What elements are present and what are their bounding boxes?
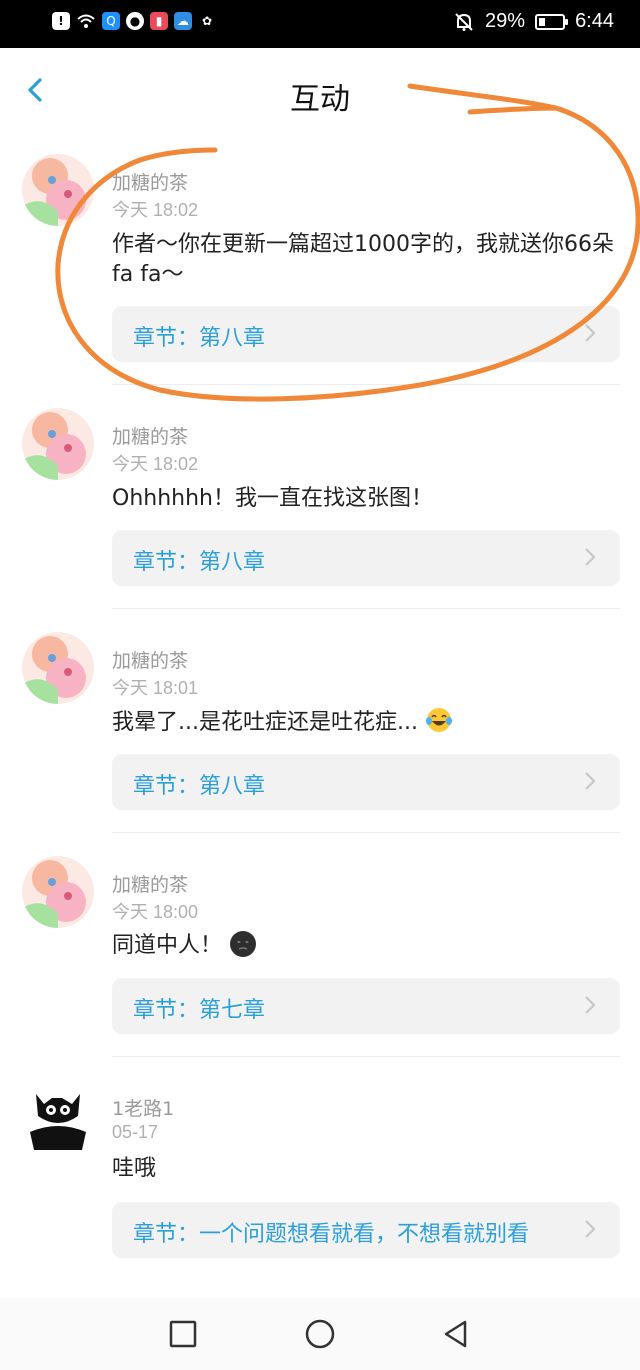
timestamp: 今天 18:00 <box>112 902 199 922</box>
avatar[interactable] <box>22 1080 94 1152</box>
search-app-icon: Q <box>102 12 120 30</box>
battery-percent: 29% <box>485 10 526 32</box>
recents-square-icon[interactable] <box>165 1316 201 1352</box>
comment-text: 我晕了...是花吐症还是吐花症... <box>112 706 622 738</box>
avatar[interactable] <box>22 408 94 480</box>
chevron-right-icon <box>585 548 596 566</box>
divider <box>112 384 620 385</box>
username[interactable]: 加糖的茶 <box>112 870 188 897</box>
divider <box>112 832 620 833</box>
comment-text: Ohhhhhh！我一直在找这张图！ <box>112 486 433 511</box>
chapter-link[interactable]: 章节：第八章 <box>112 306 620 362</box>
chapter-label: 章节：一个问题想看就看，不想看就别看 <box>133 1222 530 1247</box>
status-left-icons: ! Q ● ▮ ☁ ✿ <box>52 12 216 30</box>
comment-text-body: 同道中人！ <box>112 933 223 958</box>
username[interactable]: 1老路1 <box>112 1094 174 1121</box>
timestamp: 今天 18:02 <box>112 454 199 474</box>
timestamp: 05-17 <box>112 1122 159 1142</box>
chapter-label: 章节：第八章 <box>133 326 266 351</box>
status-bar: ! Q ● ▮ ☁ ✿ 29% 6:44 <box>0 0 640 48</box>
timestamp: 今天 18:01 <box>112 678 199 698</box>
comment-text-body: 我晕了...是花吐症还是吐花症... <box>112 710 418 735</box>
divider <box>112 1056 620 1057</box>
comment-text: 哇哦 <box>112 1156 157 1181</box>
clock: 6:44 <box>575 10 614 32</box>
chevron-right-icon <box>585 772 596 790</box>
basketball-app-icon: ● <box>126 12 144 30</box>
wechat-icon: ✿ <box>201 14 213 28</box>
system-nav-bar <box>0 1298 640 1370</box>
chevron-right-icon <box>585 324 596 342</box>
divider <box>112 608 620 609</box>
avatar[interactable] <box>22 154 94 226</box>
timestamp: 今天 18:02 <box>112 200 199 220</box>
chapter-label: 章节：第八章 <box>133 550 266 575</box>
username[interactable]: 加糖的茶 <box>112 422 188 449</box>
chevron-right-icon <box>585 996 596 1014</box>
chevron-right-icon <box>585 1220 596 1238</box>
chapter-link[interactable]: 章节：一个问题想看就看，不想看就别看 <box>112 1202 620 1258</box>
page-title: 互动 <box>290 82 350 117</box>
chapter-link[interactable]: 章节：第八章 <box>112 530 620 586</box>
laughing-tears-emoji <box>425 708 452 732</box>
chapter-link[interactable]: 章节：第七章 <box>112 978 620 1034</box>
chapter-label: 章节：第七章 <box>133 998 266 1023</box>
chapter-label: 章节：第八章 <box>133 774 266 799</box>
mute-bell-icon <box>455 12 473 31</box>
status-right: 29% 6:44 <box>453 10 614 33</box>
username[interactable]: 加糖的茶 <box>112 168 188 195</box>
cloud-app-icon: ☁ <box>174 12 192 30</box>
back-triangle-icon[interactable] <box>438 1316 474 1352</box>
comment-text: 作者～你在更新一篇超过1000字的，我就送你66朵fa fa～ <box>112 232 614 287</box>
battery-fill <box>539 17 546 26</box>
avatar[interactable] <box>22 632 94 704</box>
alert-icon: ! <box>52 12 70 30</box>
comment-text: 同道中人！ <box>112 930 622 961</box>
username[interactable]: 加糖的茶 <box>112 646 188 673</box>
battery-icon <box>535 13 569 30</box>
wifi-icon <box>77 14 95 28</box>
chapter-link[interactable]: 章节：第八章 <box>112 754 620 810</box>
dark-face-emoji <box>230 931 257 957</box>
book-app-icon: ▮ <box>150 12 168 30</box>
avatar[interactable] <box>22 856 94 928</box>
page-header: 互动 <box>0 48 640 133</box>
home-circle-icon[interactable] <box>302 1316 338 1352</box>
